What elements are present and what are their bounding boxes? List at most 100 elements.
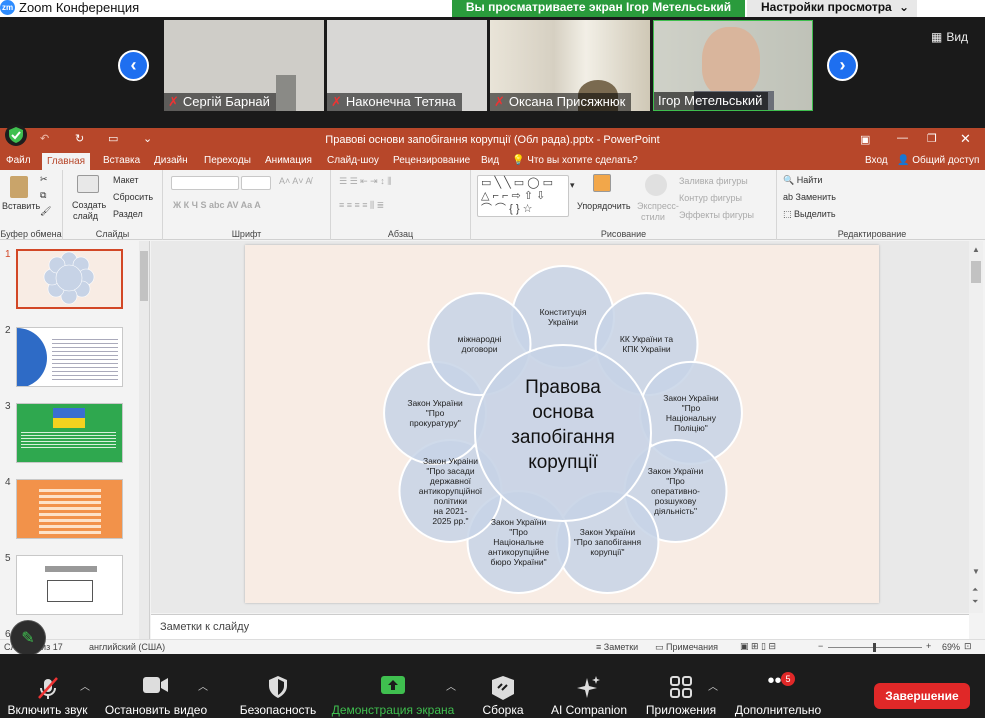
- view-layout-button[interactable]: ▦ Вид: [931, 30, 968, 44]
- paste-button[interactable]: Вставить: [2, 201, 40, 211]
- diagram-label-line: Національне: [493, 537, 544, 547]
- slide-thumbnail-4[interactable]: [16, 479, 123, 539]
- cut-icon[interactable]: ✂: [40, 174, 48, 185]
- shape-effects-button[interactable]: Эффекты фигуры: [679, 210, 754, 220]
- ai-companion-button[interactable]: AI Companion: [546, 654, 632, 718]
- chevron-up-icon[interactable]: ︿: [708, 678, 718, 693]
- scroll-down-icon[interactable]: ▼: [972, 567, 980, 576]
- prev-slide-icon[interactable]: ⏶: [972, 585, 978, 595]
- tab-design[interactable]: Дизайн: [154, 155, 188, 166]
- layout-button[interactable]: Макет: [113, 175, 138, 185]
- ribbon-options-icon[interactable]: ▣: [860, 133, 870, 146]
- whiteboard-button[interactable]: Сборка: [472, 654, 534, 718]
- scroll-thumb[interactable]: [971, 261, 981, 283]
- comments-toggle[interactable]: ▭ Примечания: [655, 642, 718, 653]
- sign-in-link[interactable]: Вход: [865, 155, 888, 166]
- find-button[interactable]: 🔍 Найти: [783, 175, 822, 186]
- scroll-thumb[interactable]: [140, 251, 148, 301]
- end-meeting-button[interactable]: Завершение: [874, 683, 970, 709]
- language-status[interactable]: английский (США): [89, 642, 165, 652]
- tab-slideshow[interactable]: Слайд-шоу: [327, 155, 379, 166]
- scroll-up-icon[interactable]: ▲: [972, 245, 980, 254]
- pen-icon: ✎: [21, 630, 35, 647]
- shapes-gallery[interactable]: ▭ ╲ ╲ ▭ ◯ ▭ △ ⌐ ⌐ ⇨ ⇧ ⇩ ⌒ ⌒ { } ☆: [477, 175, 569, 217]
- font-name-box[interactable]: [171, 176, 239, 190]
- tell-me-box[interactable]: 💡 Что вы хотите сделать?: [512, 155, 638, 166]
- section-button[interactable]: Раздел: [113, 209, 143, 219]
- slide-thumbnail-3[interactable]: [16, 403, 123, 463]
- zoom-in-icon[interactable]: +: [926, 641, 931, 651]
- shape-outline-button[interactable]: Контур фигуры: [679, 193, 742, 203]
- notes-toggle[interactable]: ≡ Заметки: [596, 642, 638, 652]
- next-participants-button[interactable]: ›: [827, 50, 858, 81]
- slide-thumbnails-pane: 1 2 3 4 5 6: [0, 241, 150, 640]
- participant-tile[interactable]: ✗ Оксана Присяжнюк: [490, 20, 650, 111]
- diagram-label-line: оперативно-: [651, 486, 700, 496]
- share-button[interactable]: 👤 Общий доступ: [897, 155, 979, 166]
- view-settings-dropdown[interactable]: Настройки просмотра ⌄: [747, 0, 917, 17]
- tab-transitions[interactable]: Переходы: [204, 155, 251, 166]
- font-format-icons[interactable]: Ж К Ч S abc AV Aa A: [173, 200, 261, 210]
- paragraph-group: ☰ ☰ ⇤ ⇥ ↕ ⫼ ≡ ≡ ≡ ≡ ⫼ ≣ Абзац: [331, 170, 471, 240]
- fit-slide-icon[interactable]: ⊡: [964, 641, 972, 652]
- tab-file[interactable]: Файл: [6, 155, 31, 166]
- participant-tile[interactable]: ✗ Наконечна Тетяна: [327, 20, 487, 111]
- zoom-level[interactable]: 69%: [942, 642, 960, 652]
- shape-fill-button[interactable]: Заливка фигуры: [679, 176, 748, 186]
- thumbnails-scrollbar[interactable]: [139, 241, 149, 639]
- font-grow-icon[interactable]: A˄ A˅ A̸: [279, 176, 312, 186]
- select-button[interactable]: ⬚ Выделить: [783, 209, 836, 220]
- slide-canvas[interactable]: Конституція України КК України та КПК Украї…: [245, 245, 879, 603]
- new-slide-button[interactable]: Создать: [72, 200, 106, 210]
- quick-styles-button-line2: стили: [641, 212, 665, 222]
- minimize-icon[interactable]: —: [897, 132, 908, 144]
- zoom-out-icon[interactable]: −: [818, 641, 823, 651]
- quick-styles-button[interactable]: Экспресс-: [637, 201, 679, 211]
- reset-button[interactable]: Сбросить: [113, 192, 153, 202]
- gallery-more-icon[interactable]: ▾: [570, 180, 575, 191]
- participant-tile-active-speaker[interactable]: Ігор Метельський: [653, 20, 813, 111]
- thumbnail-preview: [45, 566, 97, 572]
- slide-scrollbar[interactable]: ▲ ▼ ⏶ ⏷: [969, 241, 983, 613]
- diagram-label-line: антикорупційної: [419, 486, 483, 496]
- participant-video: [702, 27, 760, 97]
- annotate-button[interactable]: ✎: [10, 620, 46, 656]
- tab-home[interactable]: Главная: [42, 153, 91, 170]
- list-icons[interactable]: ☰ ☰ ⇤ ⇥ ↕ ⫼: [339, 176, 391, 187]
- chevron-up-icon[interactable]: ︿: [80, 678, 90, 693]
- chevron-up-icon[interactable]: ︿: [198, 678, 208, 693]
- replace-label: Заменить: [795, 192, 836, 202]
- format-painter-icon[interactable]: 🖌: [40, 206, 51, 217]
- align-icons[interactable]: ≡ ≡ ≡ ≡ ⫼ ≣: [339, 200, 384, 211]
- participant-name-tag: ✗ Сергій Барнай: [164, 93, 276, 111]
- tab-view[interactable]: Вид: [481, 155, 499, 166]
- thumbnail-preview: [21, 430, 116, 448]
- diagram-label-line: Закон України: [648, 466, 704, 476]
- copy-icon[interactable]: ⧉: [40, 190, 46, 201]
- notes-pane[interactable]: Заметки к слайду: [151, 614, 969, 639]
- next-slide-icon[interactable]: ⏷: [972, 597, 978, 607]
- share-screen-button[interactable]: Демонстрация экрана: [330, 654, 456, 718]
- participant-tile[interactable]: ✗ Сергій Барнай: [164, 20, 324, 111]
- zoom-slider-thumb[interactable]: [873, 643, 876, 652]
- tab-animation[interactable]: Анимация: [265, 155, 312, 166]
- video-button[interactable]: Остановить видео: [100, 654, 212, 718]
- slide-thumbnail-2[interactable]: [16, 327, 123, 387]
- restore-icon[interactable]: ❐: [927, 132, 937, 145]
- chevron-up-icon[interactable]: ︿: [446, 678, 456, 693]
- font-size-box[interactable]: [241, 176, 271, 190]
- prev-participants-button[interactable]: ‹: [118, 50, 149, 81]
- arrange-button[interactable]: Упорядочить: [577, 201, 631, 211]
- tab-insert[interactable]: Вставка: [103, 155, 140, 166]
- slide-thumbnail-1[interactable]: [16, 249, 123, 309]
- replace-button[interactable]: ab Заменить: [783, 192, 836, 202]
- close-icon[interactable]: ✕: [960, 131, 971, 147]
- slide-number: 2: [5, 325, 11, 336]
- participant-name: Сергій Барнай: [182, 94, 270, 109]
- diagram-label-line: Конституція: [540, 307, 587, 317]
- view-mode-icons[interactable]: ▣ ⊞ ▯ ⊟: [740, 641, 776, 652]
- security-button[interactable]: Безопасность: [236, 654, 320, 718]
- tab-review[interactable]: Рецензирование: [393, 155, 470, 166]
- slide-thumbnail-5[interactable]: [16, 555, 123, 615]
- more-button[interactable]: ••• 5 Дополнительно: [730, 654, 826, 718]
